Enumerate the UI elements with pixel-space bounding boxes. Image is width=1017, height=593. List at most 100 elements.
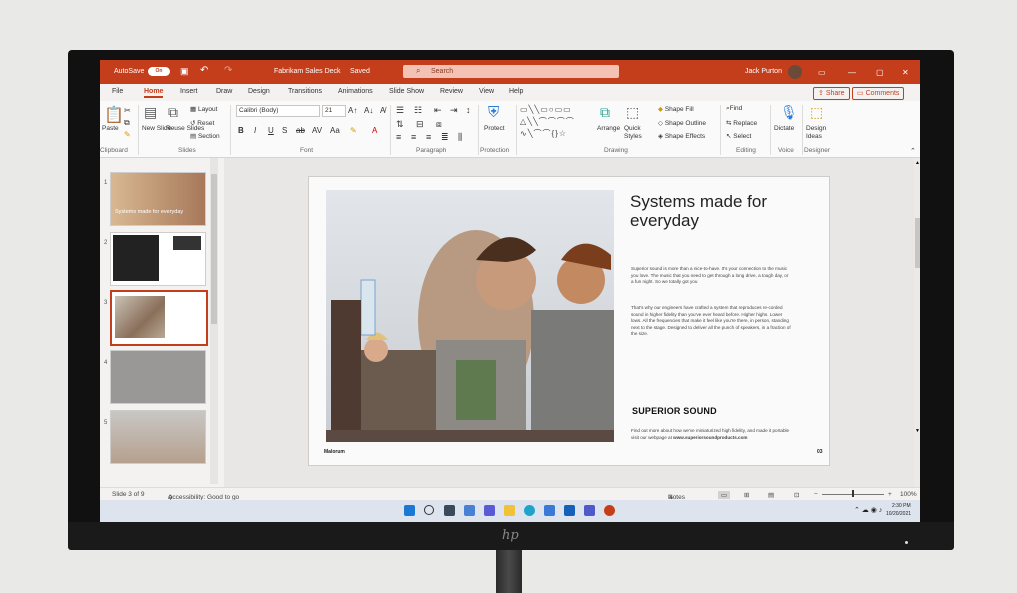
widgets-icon[interactable]	[464, 505, 475, 516]
clock-time[interactable]: 2:30 PM	[892, 503, 911, 509]
slide-sorter-icon[interactable]: ⊞	[744, 491, 749, 499]
smartart-icon[interactable]: ⧈	[436, 119, 442, 130]
justify-icon[interactable]: ≣	[441, 132, 449, 143]
slide-paragraph-1[interactable]: Superior sound is more than a nice-to-ha…	[631, 266, 791, 286]
scroll-thumb[interactable]	[915, 218, 920, 268]
spacing-icon[interactable]: AV	[312, 126, 322, 135]
save-icon[interactable]: ▣	[180, 66, 189, 77]
design-ideas-button[interactable]: Design Ideas	[806, 125, 836, 141]
shape-outline-button[interactable]: ◇ Shape Outline	[658, 119, 706, 127]
underline-icon[interactable]: U	[268, 126, 274, 135]
redo-icon[interactable]: ↷	[224, 65, 232, 76]
align-text-icon[interactable]: ⊟	[416, 119, 424, 130]
arrange-button[interactable]: Arrange	[597, 125, 620, 132]
zoom-level[interactable]: 100%	[900, 491, 917, 498]
quick-styles-button[interactable]: Quick Styles	[624, 125, 650, 141]
zoom-out-icon[interactable]: −	[814, 491, 818, 498]
tab-view[interactable]: View	[479, 88, 494, 95]
tab-review[interactable]: Review	[440, 88, 463, 95]
editor-scrollbar[interactable]: ▲ ▼	[914, 158, 920, 500]
scroll-thumb[interactable]	[211, 174, 217, 324]
powerpoint-icon[interactable]	[604, 505, 615, 516]
bold-icon[interactable]: B	[238, 126, 244, 135]
slideshow-icon[interactable]: ⊡	[794, 491, 799, 499]
copy-icon[interactable]: ⧉	[124, 118, 130, 128]
zoom-slider-thumb[interactable]	[852, 490, 854, 497]
layout-button[interactable]: ▦ Layout	[190, 105, 217, 113]
select-button[interactable]: ↖ Select	[726, 132, 751, 140]
tab-draw[interactable]: Draw	[216, 88, 232, 95]
increase-font-icon[interactable]: A↑	[348, 106, 357, 115]
replace-button[interactable]: ⇆ Replace	[726, 119, 757, 127]
columns-icon[interactable]: ⫼	[458, 132, 462, 143]
clear-format-icon[interactable]: A̸	[380, 106, 385, 115]
teams-icon[interactable]	[584, 505, 595, 516]
new-slide-icon[interactable]: ▤	[144, 104, 157, 121]
microphone-icon[interactable]: 🎙	[780, 104, 798, 121]
search-box[interactable]: ⌕ Search	[403, 65, 619, 78]
format-painter-icon[interactable]: ✎	[124, 130, 131, 139]
paste-icon[interactable]: 📋	[104, 105, 124, 125]
italic-icon[interactable]: I	[254, 126, 256, 135]
chat-icon[interactable]	[484, 505, 495, 516]
text-direction-icon[interactable]: ⇅	[396, 119, 404, 130]
line-spacing-icon[interactable]: ↕	[466, 105, 471, 115]
dictate-button[interactable]: Dictate	[774, 125, 794, 132]
tab-help[interactable]: Help	[509, 88, 523, 95]
tab-design[interactable]: Design	[248, 88, 270, 95]
slide-heading[interactable]: SUPERIOR SOUND	[632, 406, 717, 416]
maximize-icon[interactable]: ▢	[876, 68, 884, 77]
tab-transitions[interactable]: Transitions	[288, 88, 322, 95]
arrange-icon[interactable]: ⧉	[600, 104, 610, 121]
tab-slide-show[interactable]: Slide Show	[389, 88, 424, 95]
tab-file[interactable]: File	[112, 88, 123, 95]
shield-icon[interactable]: ⛨	[488, 104, 499, 121]
tray-icons[interactable]: ⌃ ☁ ◉ ♪	[854, 506, 882, 514]
slide-photo[interactable]	[326, 190, 614, 442]
store-icon[interactable]	[544, 505, 555, 516]
tab-home[interactable]: Home	[144, 88, 164, 98]
thumbnail-slide-1[interactable]: Systems made for everyday	[110, 172, 206, 226]
font-name-dropdown[interactable]: Calibri (Body)	[236, 105, 320, 117]
scroll-up-icon[interactable]: ▲	[915, 160, 920, 166]
search-icon[interactable]	[424, 505, 434, 515]
thumbnail-slide-2[interactable]	[110, 232, 206, 286]
outlook-icon[interactable]	[564, 505, 575, 516]
font-color-icon[interactable]: A	[372, 126, 377, 135]
slide-paragraph-3[interactable]: Find out more about how we've miniaturiz…	[631, 428, 791, 441]
avatar[interactable]	[788, 65, 802, 79]
align-right-icon[interactable]: ≡	[426, 132, 431, 142]
comments-button[interactable]: ▭ Comments	[852, 87, 905, 100]
clock-date[interactable]: 10/20/2021	[886, 511, 911, 517]
edge-icon[interactable]	[524, 505, 535, 516]
slide-paragraph-2[interactable]: That's why our engineers have crafted a …	[631, 305, 791, 338]
ribbon-display-icon[interactable]: ▭	[818, 68, 826, 77]
shape-fill-button[interactable]: ◆ Shape Fill	[658, 105, 694, 113]
protect-button[interactable]: Protect	[484, 125, 505, 132]
thumbnail-slide-4[interactable]	[110, 350, 206, 404]
thumbnail-scrollbar[interactable]	[210, 158, 218, 484]
font-size-dropdown[interactable]: 21	[322, 105, 346, 117]
shadow-icon[interactable]: S	[282, 126, 287, 135]
zoom-in-icon[interactable]: +	[888, 491, 892, 498]
undo-icon[interactable]: ↶	[200, 65, 208, 76]
highlight-icon[interactable]: ✎	[350, 126, 357, 135]
reading-view-icon[interactable]: ▤	[768, 491, 774, 499]
tab-insert[interactable]: Insert	[180, 88, 198, 95]
align-left-icon[interactable]: ≡	[396, 132, 401, 142]
change-case-icon[interactable]: Aa	[330, 126, 340, 135]
strikethrough-icon[interactable]: ab	[296, 126, 305, 135]
quick-styles-icon[interactable]: ⬚	[626, 104, 639, 121]
normal-view-icon[interactable]: ▭	[718, 491, 731, 499]
find-button[interactable]: ⌕Find	[726, 105, 742, 113]
increase-indent-icon[interactable]: ⇥	[450, 105, 458, 116]
section-button[interactable]: ▤ Section	[190, 132, 220, 140]
thumbnail-slide-5[interactable]	[110, 410, 206, 464]
shapes-gallery[interactable]: ▭╲╲▭○▭▭ △╲╲⌒⌒⌒⌒ ∿╲⌒⌒{}☆	[520, 104, 596, 142]
minimize-icon[interactable]: —	[848, 68, 856, 77]
close-icon[interactable]: ✕	[902, 68, 909, 77]
reuse-slides-icon[interactable]: ⧉	[168, 104, 178, 121]
design-ideas-icon[interactable]: ⬚	[810, 104, 823, 121]
tab-animations[interactable]: Animations	[338, 88, 373, 95]
scroll-down-icon[interactable]: ▼	[915, 428, 920, 434]
